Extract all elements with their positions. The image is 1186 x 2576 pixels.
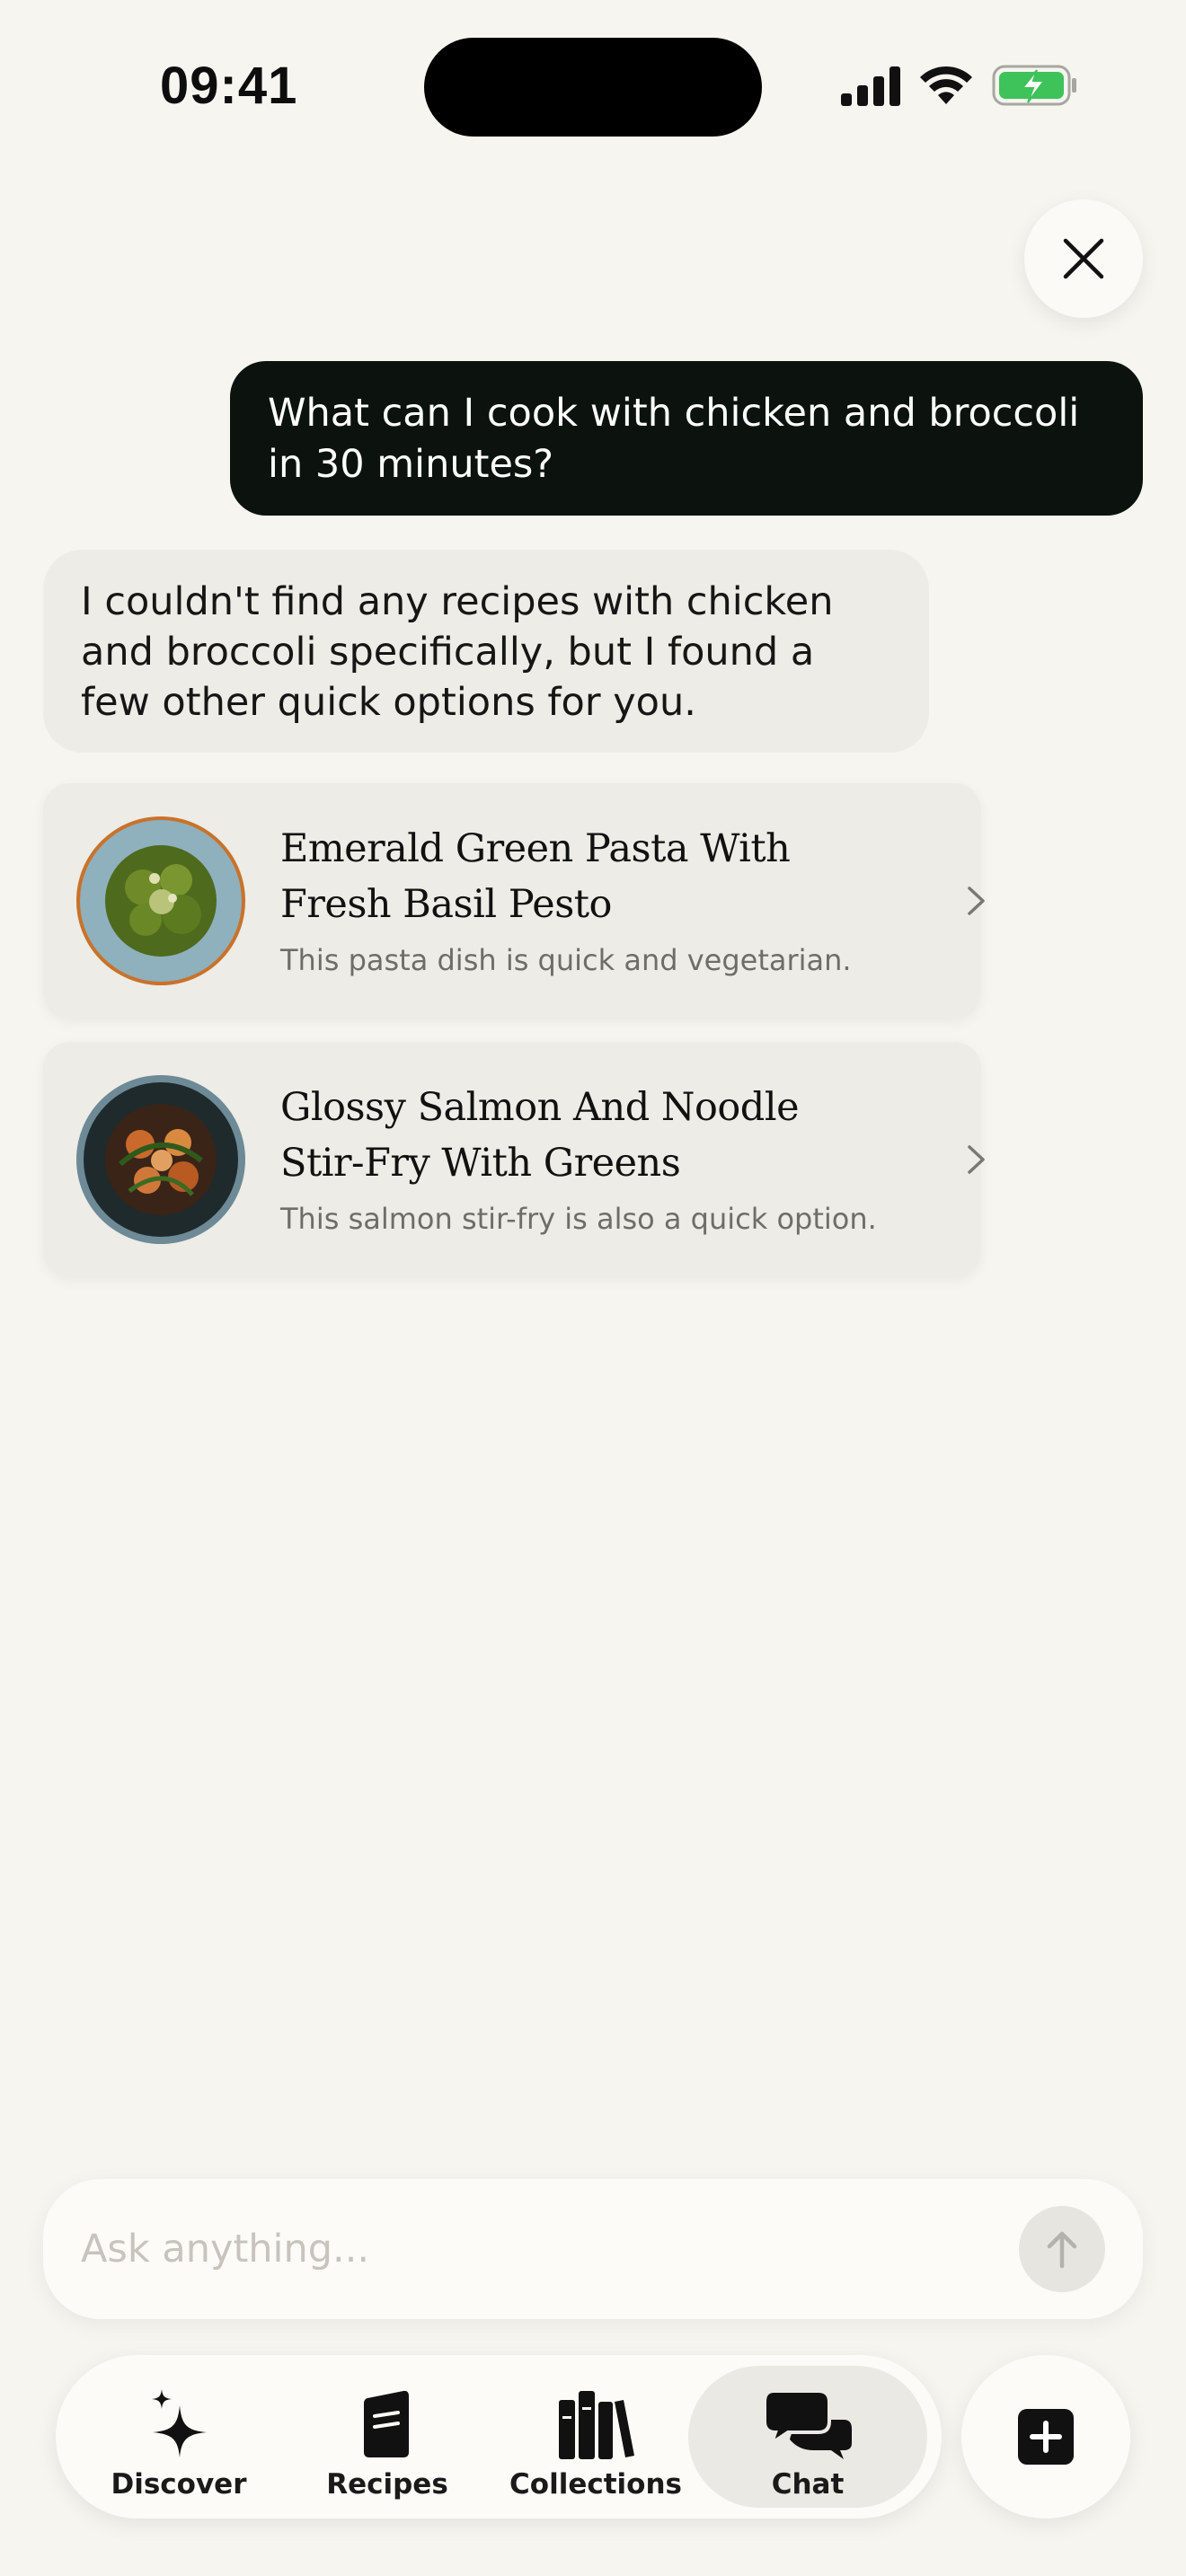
add-button[interactable] <box>961 2355 1130 2519</box>
chat-bubbles-icon <box>763 2389 852 2459</box>
recipe-card[interactable]: Emerald Green Pasta With Fresh Basil Pes… <box>43 783 985 1019</box>
arrow-up-icon <box>1047 2231 1077 2269</box>
book-icon <box>364 2390 409 2457</box>
chat-input-bar <box>43 2179 1143 2319</box>
tab-collections[interactable]: Collections <box>491 2366 701 2508</box>
tab-chat[interactable]: Chat <box>688 2366 927 2508</box>
assistant-message-bubble: I couldn't find any recipes with chicken… <box>43 550 929 753</box>
status-time: 09:41 <box>160 57 298 115</box>
chevron-right-icon <box>968 887 985 915</box>
recipe-image-pesto-pasta <box>75 816 246 986</box>
recipe-description: This pasta dish is quick and vegetarian. <box>280 943 852 977</box>
send-button[interactable] <box>1019 2206 1105 2292</box>
cellular-signal-icon <box>841 66 900 106</box>
sparkles-icon <box>152 2389 207 2457</box>
books-icon <box>559 2391 634 2459</box>
chat-input[interactable] <box>81 2215 979 2283</box>
recipe-title: Glossy Salmon And Noodle Stir-Fry With G… <box>280 1085 800 1186</box>
plus-square-icon <box>1018 2409 1074 2465</box>
tab-discover[interactable]: Discover <box>74 2366 284 2508</box>
tab-recipes[interactable]: Recipes <box>282 2366 492 2508</box>
tab-label: Collections <box>509 2468 682 2501</box>
battery-charging-icon <box>992 65 1076 106</box>
tab-label: Chat <box>771 2468 845 2501</box>
user-message-bubble: What can I cook with chicken and broccol… <box>230 361 1143 516</box>
tab-label: Recipes <box>326 2468 448 2501</box>
recipe-image-salmon-stir-fry <box>75 1074 246 1245</box>
close-button[interactable] <box>1024 199 1143 318</box>
dynamic-island <box>424 38 762 137</box>
tab-bar: Discover Recipes Collections Chat <box>56 2355 942 2519</box>
recipe-card[interactable]: Glossy Salmon And Noodle Stir-Fry With G… <box>43 1042 985 1277</box>
recipe-description: This salmon stir-fry is also a quick opt… <box>280 1202 877 1236</box>
recipe-title: Emerald Green Pasta With Fresh Basil Pes… <box>280 826 791 927</box>
chevron-right-icon <box>968 1145 985 1174</box>
tab-label: Discover <box>111 2468 247 2501</box>
close-icon <box>1063 238 1104 279</box>
wifi-icon <box>920 66 972 104</box>
